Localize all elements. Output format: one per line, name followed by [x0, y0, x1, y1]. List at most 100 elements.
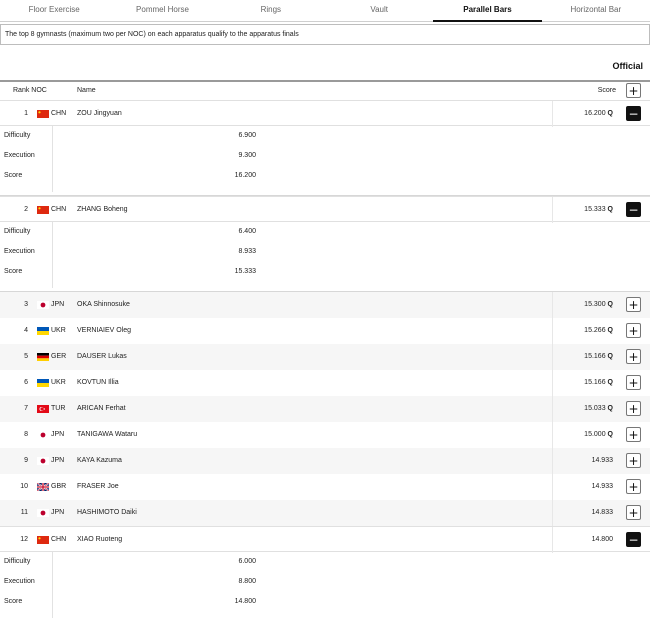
- collapse-row-button[interactable]: −: [626, 106, 641, 121]
- expand-row-button[interactable]: +: [626, 375, 641, 390]
- ukraine-flag-icon: [37, 327, 49, 335]
- tab-pommel-horse[interactable]: Pommel Horse: [108, 0, 216, 21]
- athlete-name: XIAO Ruoteng: [77, 536, 123, 543]
- expand-row-button[interactable]: +: [626, 453, 641, 468]
- score-cell: 15.266 Q: [584, 327, 613, 334]
- expand-row-button[interactable]: +: [626, 349, 641, 364]
- score-cell: 15.166 Q: [584, 353, 613, 360]
- status-label: Official: [612, 61, 643, 71]
- breakdown-difficulty-value: 6.000: [238, 558, 256, 565]
- score-column-divider: [552, 101, 553, 127]
- score-column-divider: [552, 500, 553, 526]
- expand-row-button[interactable]: +: [626, 297, 641, 312]
- breakdown-score-label: Score: [4, 172, 23, 179]
- score-value: 15.000: [584, 431, 606, 438]
- athlete-name: ARICAN Ferhat: [77, 405, 126, 412]
- qualified-badge: Q: [607, 327, 613, 334]
- rank-cell: 8: [24, 431, 28, 438]
- score-cell: 14.933: [592, 483, 613, 490]
- breakdown-difficulty-value: 6.900: [238, 132, 256, 139]
- result-row[interactable]: 3 JPN OKA Shinnosuke 15.300 Q +: [0, 292, 650, 318]
- tab-vault[interactable]: Vault: [325, 0, 433, 21]
- score-cell: 15.166 Q: [584, 379, 613, 386]
- score-value: 14.800: [591, 536, 613, 543]
- score-cell: 14.833: [592, 509, 613, 516]
- result-row[interactable]: 1 CHN ZOU Jingyuan 16.200 Q −: [0, 100, 650, 127]
- breakdown-score-label: Score: [4, 598, 23, 605]
- noc-cell: CHN: [51, 206, 67, 213]
- noc-cell: UKR: [51, 327, 66, 334]
- breakdown-execution-row: Execution 9.300: [0, 146, 650, 166]
- expand-all-button[interactable]: +: [626, 83, 641, 98]
- expand-row-button[interactable]: +: [626, 479, 641, 494]
- breakdown-score-value: 16.200: [234, 172, 256, 179]
- qualified-badge: Q: [607, 353, 613, 360]
- noc-cell: UKR: [51, 379, 66, 386]
- tab-rings[interactable]: Rings: [217, 0, 325, 21]
- breakdown-score-row: Score 15.333: [0, 262, 650, 282]
- tab-floor-exercise[interactable]: Floor Exercise: [0, 0, 108, 21]
- score-cell: 16.200 Q: [584, 110, 613, 117]
- breakdown-score-row: Score 16.200: [0, 166, 650, 186]
- expand-row-button[interactable]: +: [626, 505, 641, 520]
- athlete-name: DAUSER Lukas: [77, 353, 127, 360]
- score-value: 15.033: [584, 405, 606, 412]
- breakdown-execution-row: Execution 8.800: [0, 572, 650, 592]
- qualified-badge: Q: [607, 431, 613, 438]
- result-row[interactable]: 11 JPN HASHIMOTO Daiki 14.833 +: [0, 500, 650, 526]
- china-flag-icon: [37, 536, 49, 544]
- result-row[interactable]: 4 UKR VERNIAIEV Oleg 15.266 Q +: [0, 318, 650, 344]
- collapse-row-button[interactable]: −: [626, 532, 641, 547]
- expand-row-button[interactable]: +: [626, 427, 641, 442]
- score-value: 15.300: [584, 301, 606, 308]
- score-column-divider: [552, 370, 553, 396]
- score-column-divider: [552, 318, 553, 344]
- tab-horizontal-bar[interactable]: Horizontal Bar: [542, 0, 650, 21]
- collapse-row-button[interactable]: −: [626, 202, 641, 217]
- result-row[interactable]: 6 UKR KOVTUN Illia 15.166 Q +: [0, 370, 650, 396]
- athlete-name: ZHANG Boheng: [77, 206, 128, 213]
- result-row[interactable]: 7 TUR ARICAN Ferhat 15.033 Q +: [0, 396, 650, 422]
- breakdown-score-label: Score: [4, 268, 23, 275]
- japan-flag-icon: [37, 301, 49, 309]
- germany-flag-icon: [37, 353, 49, 361]
- rank-cell: 11: [20, 509, 28, 516]
- athlete-name: TANIGAWA Wataru: [77, 431, 138, 438]
- result-row[interactable]: 2 CHN ZHANG Boheng 15.333 Q −: [0, 196, 650, 223]
- athlete-name: HASHIMOTO Daiki: [77, 509, 137, 516]
- score-column-divider: [552, 474, 553, 500]
- rank-cell: 2: [24, 206, 28, 213]
- breakdown-score-row: Score 14.800: [0, 592, 650, 612]
- qualification-notice: The top 8 gymnasts (maximum two per NOC)…: [0, 24, 650, 45]
- score-cell: 15.300 Q: [584, 301, 613, 308]
- name-header: Name: [77, 87, 96, 94]
- rank-cell: 10: [20, 483, 28, 490]
- score-cell: 14.933: [592, 457, 613, 464]
- rank-noc-header: Rank NOC: [13, 87, 47, 94]
- noc-cell: JPN: [51, 301, 65, 308]
- result-row[interactable]: 8 JPN TANIGAWA Wataru 15.000 Q +: [0, 422, 650, 448]
- score-cell: 15.333 Q: [584, 206, 613, 213]
- tab-parallel-bars[interactable]: Parallel Bars: [433, 0, 542, 22]
- qualified-badge: Q: [607, 405, 613, 412]
- athlete-name: ZOU Jingyuan: [77, 110, 122, 117]
- athlete-name: FRASER Joe: [77, 483, 119, 490]
- athlete-name: VERNIAIEV Oleg: [77, 327, 132, 334]
- result-row[interactable]: 5 GER DAUSER Lukas 15.166 Q +: [0, 344, 650, 370]
- score-breakdown: Difficulty 6.400 Execution 8.933 Score 15.333: [0, 222, 650, 292]
- noc-cell: CHN: [51, 536, 67, 543]
- result-row[interactable]: 12 CHN XIAO Ruoteng 14.800 −: [0, 526, 650, 553]
- score-value: 14.933: [591, 457, 613, 464]
- china-flag-icon: [37, 110, 49, 118]
- rank-cell: 3: [24, 301, 28, 308]
- expand-row-button[interactable]: +: [626, 323, 641, 338]
- result-row[interactable]: 10 GBR FRASER Joe 14.933 +: [0, 474, 650, 500]
- apparatus-tabs: Floor Exercise Pommel Horse Rings Vault …: [0, 0, 650, 22]
- expand-row-button[interactable]: +: [626, 401, 641, 416]
- breakdown-difficulty-label: Difficulty: [4, 228, 31, 235]
- result-row[interactable]: 9 JPN KAYA Kazuma 14.933 +: [0, 448, 650, 474]
- breakdown-difficulty-row: Difficulty 6.400: [0, 222, 650, 242]
- score-column-divider: [552, 292, 553, 318]
- noc-cell: TUR: [51, 405, 66, 412]
- score-value: 15.266: [584, 327, 606, 334]
